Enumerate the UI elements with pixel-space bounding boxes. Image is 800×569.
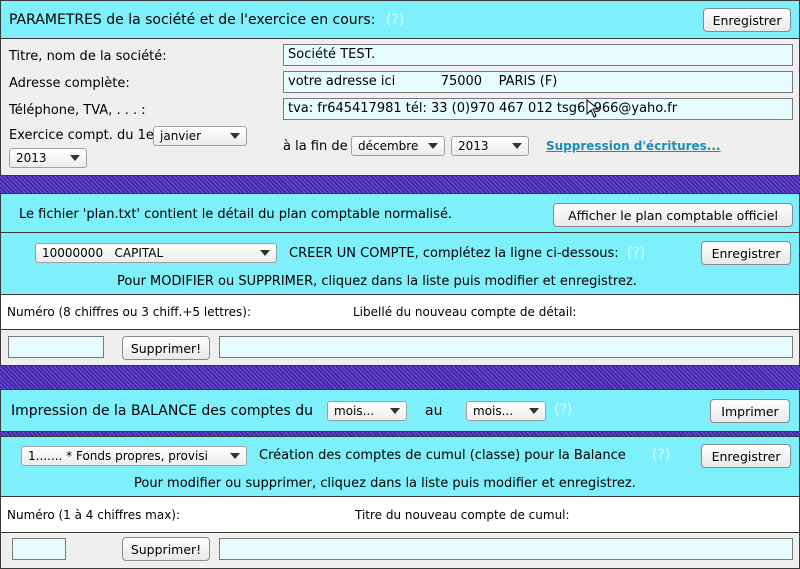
- account-modify-text: Pour MODIFIER ou SUPPRIMER, cliquez dans…: [117, 274, 637, 289]
- mouse-cursor-icon: [586, 99, 600, 118]
- account-name-field[interactable]: [219, 336, 793, 358]
- account-inputs-row: Supprimer!: [0, 330, 800, 366]
- params-save-button[interactable]: Enregistrer: [703, 8, 791, 32]
- start-month-select[interactable]: janvier: [153, 126, 247, 146]
- company-label: Titre, nom de la société:: [9, 49, 167, 64]
- cumul-delete-button[interactable]: Supprimer!: [122, 537, 210, 561]
- fiscal-end-label: à la fin de: [283, 139, 348, 154]
- end-year-select[interactable]: 2013: [451, 136, 529, 156]
- cumul-name-field[interactable]: [219, 538, 793, 560]
- account-create-text: CREER UN COMPTE, complétez la ligne ci-d…: [289, 245, 645, 261]
- account-help-link[interactable]: (?): [627, 245, 645, 261]
- chevron-down-icon: [390, 408, 400, 414]
- cumul-create-label: Création des comptes de cumul (classe) p…: [259, 448, 626, 463]
- cumul-save-button[interactable]: Enregistrer: [701, 444, 791, 468]
- plan-bar: Le fichier 'plan.txt' contient le détail…: [0, 193, 800, 233]
- chevron-down-icon: [70, 155, 80, 161]
- chevron-down-icon: [529, 408, 539, 414]
- start-month-value: janvier: [160, 129, 202, 143]
- account-number-field[interactable]: [8, 336, 104, 358]
- cumul-number-label: Numéro (1 à 4 chiffres max):: [7, 508, 181, 522]
- balance-to-value: mois...: [473, 404, 514, 418]
- end-month-select[interactable]: décembre: [351, 136, 445, 156]
- chevron-down-icon: [230, 133, 240, 139]
- cumul-labels-row: Numéro (1 à 4 chiffres max): Titre du no…: [0, 497, 800, 533]
- show-plan-button[interactable]: Afficher le plan comptable officiel: [553, 203, 793, 227]
- account-header: 10000000 CAPITAL CREER UN COMPTE, complé…: [0, 233, 800, 295]
- account-delete-button[interactable]: Supprimer!: [122, 336, 210, 360]
- end-month-value: décembre: [358, 139, 419, 153]
- balance-from-value: mois...: [334, 404, 375, 418]
- params-title: PARAMETRES de la société et de l'exercic…: [9, 12, 404, 28]
- cumul-select-value: 1....... * Fonds propres, provisi: [28, 449, 208, 463]
- chevron-down-icon: [512, 143, 522, 149]
- plan-info-text: Le fichier 'plan.txt' contient le détail…: [19, 207, 453, 222]
- cumul-number-field[interactable]: [12, 538, 66, 560]
- account-select[interactable]: 10000000 CAPITAL: [35, 243, 277, 263]
- chevron-down-icon: [230, 453, 240, 459]
- fiscal-start-label: Exercice compt. du 1er: [9, 128, 160, 143]
- account-create-label: CREER UN COMPTE, complétez la ligne ci-d…: [289, 246, 619, 261]
- balance-bar: Impression de la BALANCE des comptes du …: [0, 389, 800, 432]
- account-number-label: Numéro (8 chiffres ou 3 chiff.+5 lettres…: [7, 305, 252, 319]
- balance-from-select[interactable]: mois...: [327, 401, 407, 421]
- account-select-value: 10000000 CAPITAL: [42, 246, 164, 260]
- address-label: Adresse complète:: [9, 76, 130, 91]
- balance-help-link[interactable]: (?): [554, 402, 572, 418]
- balance-text: Impression de la BALANCE des comptes du: [11, 403, 314, 419]
- cumul-select[interactable]: 1....... * Fonds propres, provisi: [21, 446, 247, 466]
- params-help-link[interactable]: (?): [386, 12, 404, 28]
- chevron-down-icon: [260, 250, 270, 256]
- company-field[interactable]: Société TEST.: [283, 44, 793, 66]
- account-labels-row: Numéro (8 chiffres ou 3 chiff.+5 lettres…: [0, 295, 800, 330]
- print-button[interactable]: Imprimer: [710, 399, 790, 423]
- account-name-label: Libellé du nouveau compte de détail:: [353, 305, 577, 319]
- balance-to-label: au: [425, 403, 443, 419]
- account-save-button[interactable]: Enregistrer: [701, 241, 791, 265]
- params-title-text: PARAMETRES de la société et de l'exercic…: [9, 12, 376, 28]
- cumul-modify-text: Pour modifier ou supprimer, cliquez dans…: [134, 476, 636, 491]
- start-year-value: 2013: [16, 151, 47, 165]
- cumul-inputs-row: Supprimer!: [0, 533, 800, 569]
- balance-to-select[interactable]: mois...: [466, 401, 546, 421]
- start-year-select[interactable]: 2013: [9, 148, 87, 168]
- params-header: PARAMETRES de la société et de l'exercic…: [0, 0, 800, 39]
- params-body: Titre, nom de la société: Société TEST. …: [0, 39, 800, 176]
- address-field[interactable]: votre adresse ici 75000 PARIS (F): [283, 71, 793, 93]
- chevron-down-icon: [428, 143, 438, 149]
- cumul-name-label: Titre du nouveau compte de cumul:: [355, 508, 570, 522]
- cumul-help-link[interactable]: (?): [652, 447, 670, 463]
- phone-label: Téléphone, TVA, . . . :: [9, 103, 146, 118]
- phone-field[interactable]: tva: fr645417981 tél: 33 (0)970 467 012 …: [283, 98, 793, 120]
- cumul-header: 1....... * Fonds propres, provisi Créati…: [0, 436, 800, 497]
- end-year-value: 2013: [458, 139, 489, 153]
- cumul-create-text: Création des comptes de cumul (classe) p…: [259, 447, 670, 463]
- delete-entries-link[interactable]: Suppression d'écritures...: [546, 139, 721, 153]
